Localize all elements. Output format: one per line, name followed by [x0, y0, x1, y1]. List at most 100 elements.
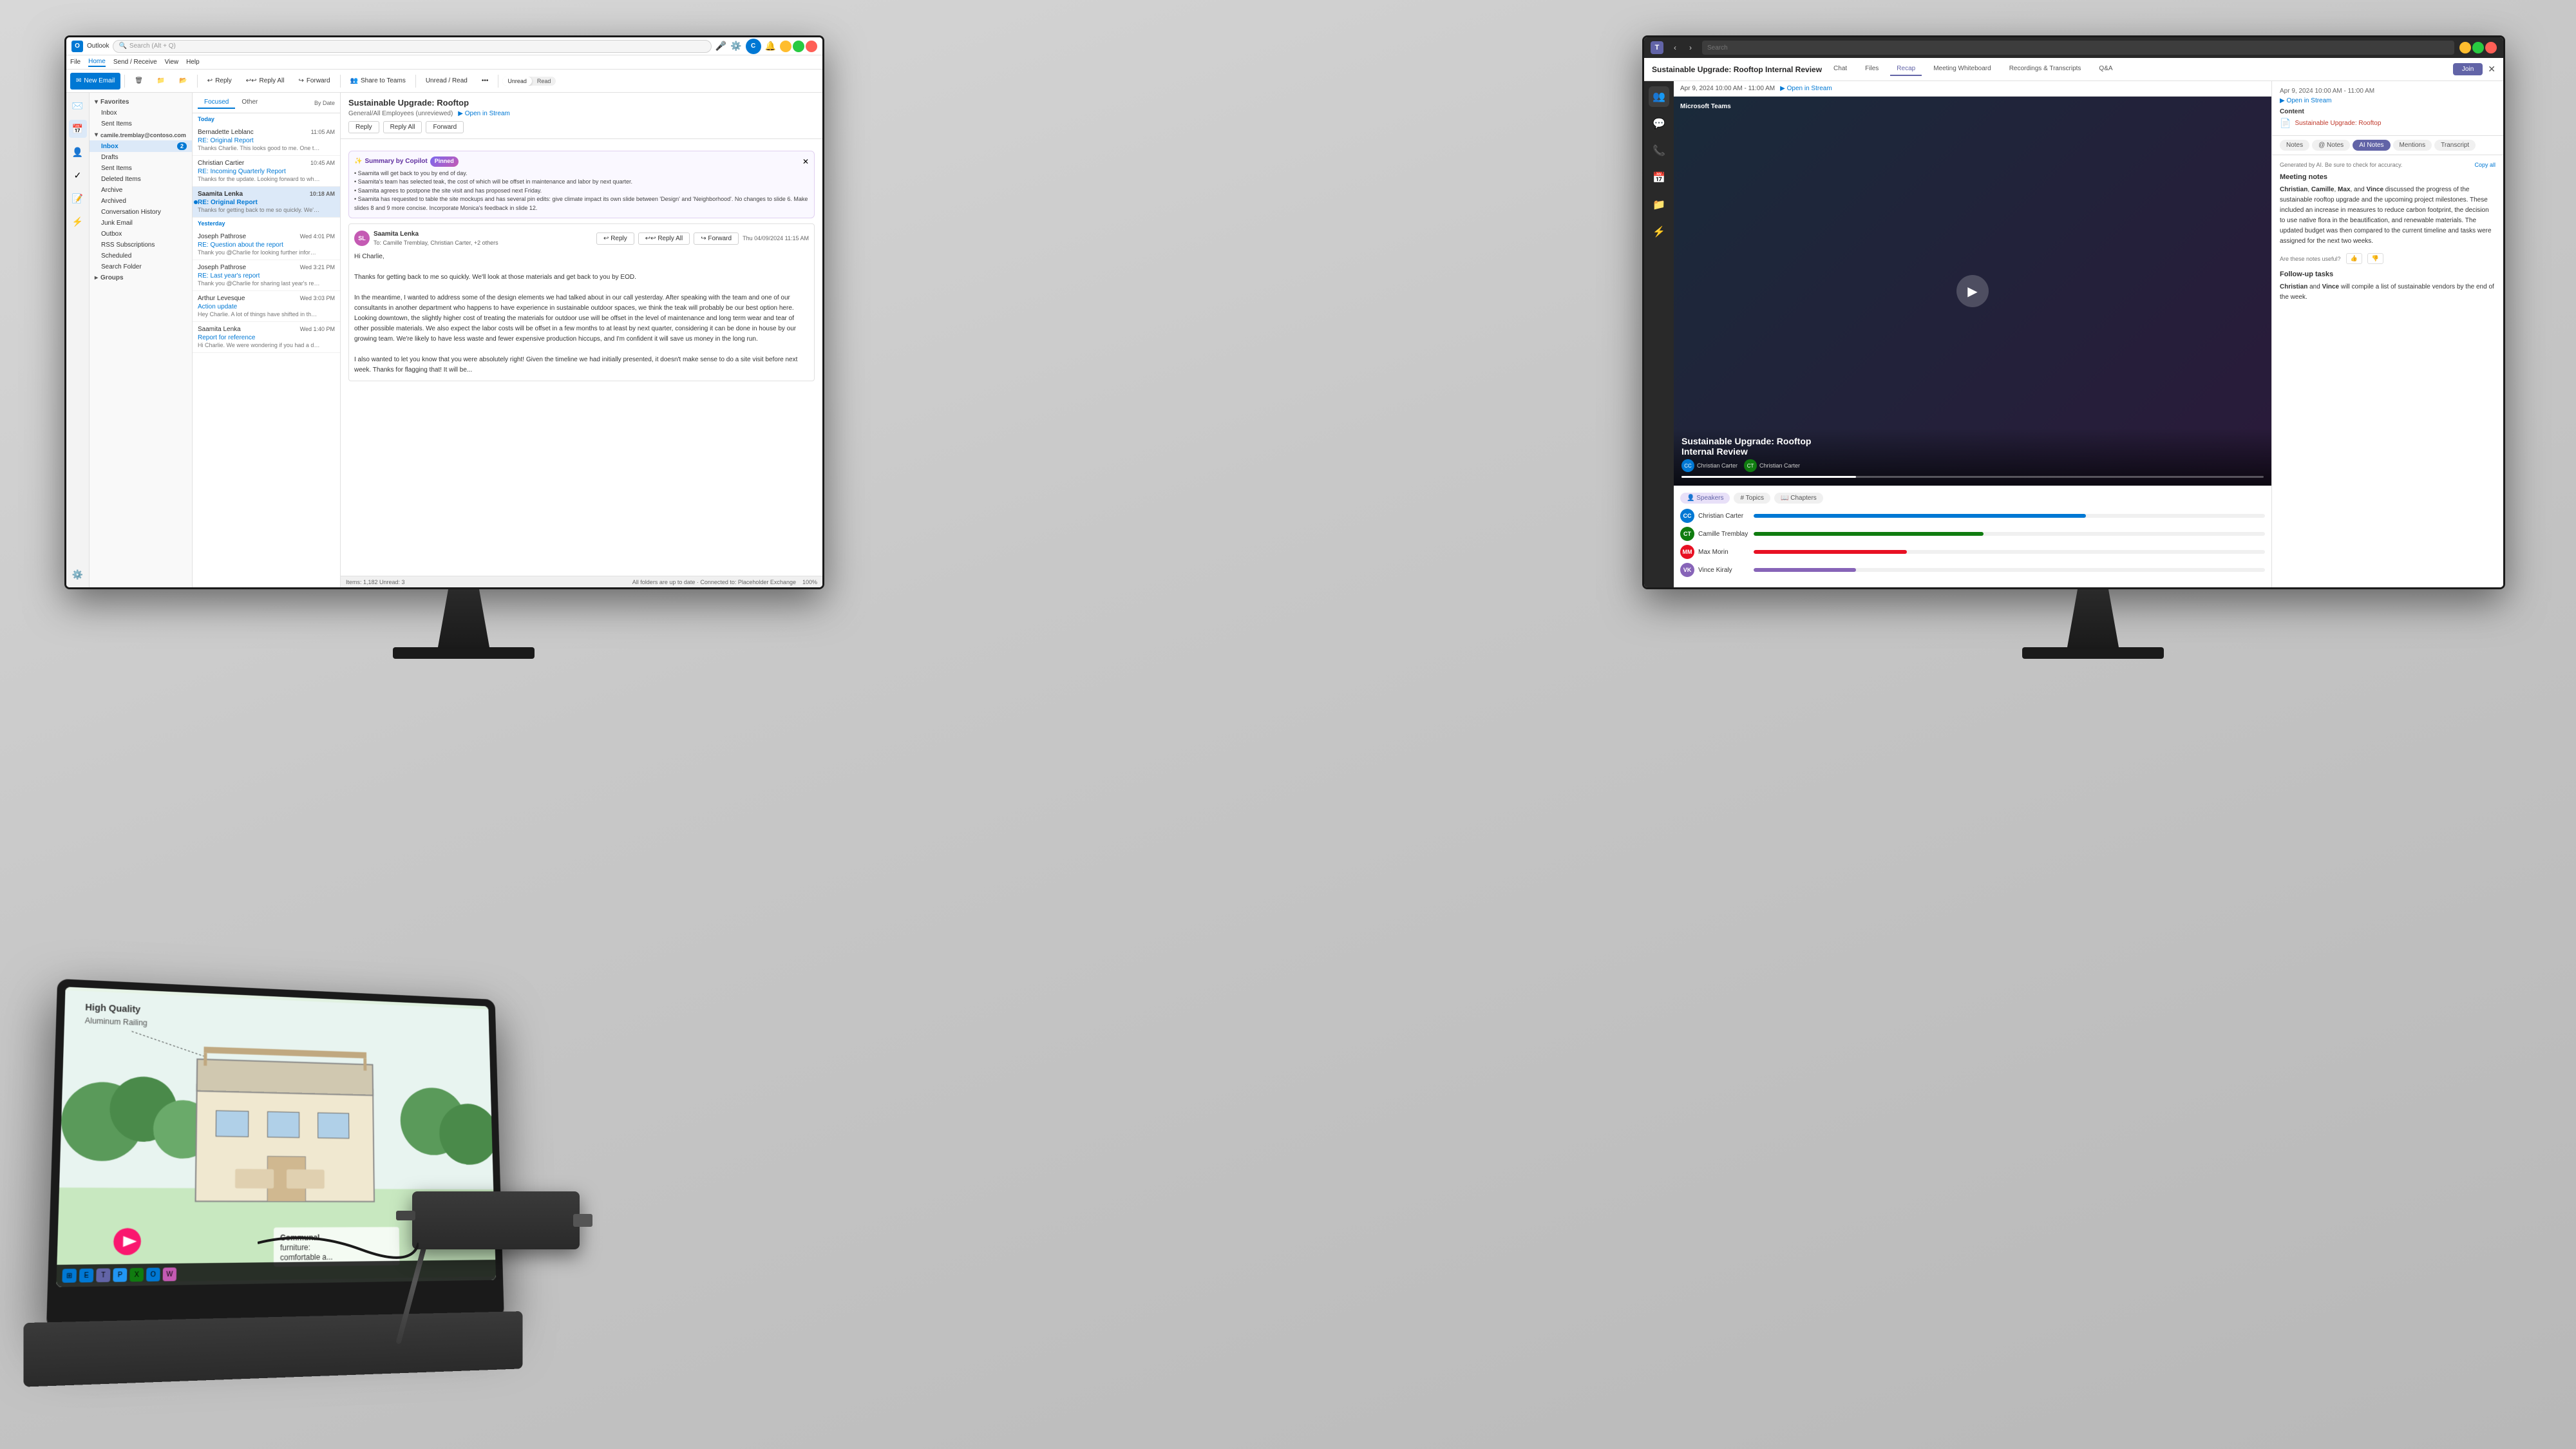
- reply-all-button[interactable]: ↩↩ Reply All: [240, 73, 290, 90]
- notes-tab-notes[interactable]: Notes: [2280, 140, 2309, 151]
- folder-sent-favorite[interactable]: Sent Items: [90, 118, 192, 129]
- chapters-tab[interactable]: 📖 Chapters: [1774, 493, 1823, 504]
- taskbar-powerpoint-icon[interactable]: P: [113, 1268, 127, 1282]
- sidebar-icon-calls[interactable]: 📞: [1649, 140, 1669, 161]
- folder-archive[interactable]: Archive: [90, 185, 192, 196]
- sort-by-date[interactable]: By Date: [314, 100, 335, 106]
- folder-search[interactable]: Search Folder: [90, 261, 192, 272]
- forward-action-button[interactable]: Forward: [426, 121, 464, 133]
- nav-apps-icon[interactable]: ⚡: [69, 213, 87, 231]
- topics-tab[interactable]: # Topics: [1734, 493, 1770, 504]
- groups-header[interactable]: ▸ Groups: [90, 272, 192, 283]
- tab-qa[interactable]: Q&A: [2092, 62, 2119, 76]
- sidebar-icon-files[interactable]: 📁: [1649, 194, 1669, 215]
- folder-archived[interactable]: Archived: [90, 196, 192, 207]
- notes-tab-mentions[interactable]: Mentions: [2393, 140, 2432, 151]
- menu-view[interactable]: View: [165, 59, 179, 66]
- nav-settings-icon[interactable]: ⚙️: [69, 565, 87, 583]
- quick-reply-all-button[interactable]: ↩↩ Reply All: [638, 232, 690, 245]
- teams-minimize-button[interactable]: [2459, 42, 2471, 53]
- copy-all-button[interactable]: Copy all: [2474, 162, 2496, 168]
- tab-recap[interactable]: Recap: [1890, 62, 1922, 76]
- teams-maximize-button[interactable]: [2472, 42, 2484, 53]
- forward-button[interactable]: ↪ Forward: [292, 73, 336, 90]
- open-stream-link-2[interactable]: ▶ Open in Stream: [2280, 97, 2332, 104]
- sidebar-icon-calendar[interactable]: 📅: [1649, 167, 1669, 188]
- folder-drafts[interactable]: Drafts: [90, 152, 192, 163]
- tablet-keyboard[interactable]: [24, 1311, 523, 1387]
- share-to-teams-button[interactable]: 👥 Share to Teams: [345, 73, 412, 90]
- tab-meeting-whiteboard[interactable]: Meeting Whiteboard: [1927, 62, 1998, 76]
- open-stream-link[interactable]: ▶ Open in Stream: [458, 110, 510, 117]
- tab-other[interactable]: Other: [235, 97, 264, 109]
- video-play-button[interactable]: ▶: [1956, 275, 1989, 307]
- nav-calendar-icon[interactable]: 📅: [69, 120, 87, 138]
- teams-close-button[interactable]: [2485, 42, 2497, 53]
- read-option[interactable]: Read: [532, 77, 556, 86]
- nav-mail-icon[interactable]: ✉️: [69, 97, 87, 115]
- thumbs-down-button[interactable]: 👎: [2367, 253, 2383, 264]
- message-item-joseph-1[interactable]: Joseph Pathrose Wed 4:01 PM RE: Question…: [193, 229, 340, 260]
- message-item-bernadette[interactable]: Bernadette Leblanc 11:05 AM RE: Original…: [193, 125, 340, 156]
- quick-forward-button[interactable]: ↪ Forward: [694, 232, 739, 245]
- menu-file[interactable]: File: [70, 59, 80, 66]
- notes-tab-ai-notes[interactable]: AI Notes: [2353, 140, 2390, 151]
- folder-deleted-items[interactable]: Deleted Items: [90, 174, 192, 185]
- sidebar-icon-teams[interactable]: 👥: [1649, 86, 1669, 107]
- message-item-saamita-2[interactable]: Saamita Lenka Wed 1:40 PM Report for ref…: [193, 322, 340, 353]
- maximize-button[interactable]: [793, 41, 804, 52]
- speakers-tab[interactable]: 👤 Speakers: [1680, 493, 1730, 504]
- more-options-button[interactable]: •••: [476, 73, 495, 90]
- taskbar-teams-icon[interactable]: T: [96, 1268, 110, 1282]
- close-copilot-button[interactable]: ✕: [802, 157, 809, 166]
- nav-back-button[interactable]: ‹: [1669, 41, 1681, 54]
- folder-junk-email[interactable]: Junk Email: [90, 218, 192, 229]
- sidebar-icon-apps[interactable]: ⚡: [1649, 222, 1669, 242]
- menu-send-receive[interactable]: Send / Receive: [113, 59, 157, 66]
- folder-sent-items[interactable]: Sent Items: [90, 163, 192, 174]
- join-meeting-button[interactable]: Join: [2453, 63, 2483, 75]
- close-button[interactable]: [806, 41, 817, 52]
- move-button[interactable]: 📂: [173, 73, 193, 90]
- folder-inbox-favorite[interactable]: Inbox: [90, 108, 192, 118]
- unread-read-button[interactable]: Unread / Read: [420, 73, 473, 90]
- folder-conversation-history[interactable]: Conversation History: [90, 207, 192, 218]
- message-item-saamita-selected[interactable]: Saamita Lenka 10:18 AM RE: Original Repo…: [193, 187, 340, 218]
- reply-button[interactable]: ↩ Reply: [202, 73, 238, 90]
- reply-action-button[interactable]: Reply: [348, 121, 379, 133]
- message-item-christian[interactable]: Christian Cartier 10:45 AM RE: Incoming …: [193, 156, 340, 187]
- tab-recordings-transcripts[interactable]: Recordings & Transcripts: [2003, 62, 2088, 76]
- menu-help[interactable]: Help: [186, 59, 200, 66]
- taskbar-edge-icon[interactable]: E: [79, 1269, 93, 1283]
- reply-all-action-button[interactable]: Reply All: [383, 121, 422, 133]
- sidebar-icon-chat[interactable]: 💬: [1649, 113, 1669, 134]
- tab-focused[interactable]: Focused: [198, 97, 235, 109]
- settings-icon[interactable]: ⚙️: [730, 41, 741, 52]
- message-item-arthur[interactable]: Arthur Levesque Wed 3:03 PM Action updat…: [193, 291, 340, 322]
- outlook-search-bar[interactable]: 🔍 Search (Alt + Q): [113, 40, 711, 53]
- notes-tab-at-notes[interactable]: @ Notes: [2312, 140, 2350, 151]
- new-email-button[interactable]: ✉ New Email: [70, 73, 120, 90]
- quick-reply-button[interactable]: ↩ Reply: [596, 232, 634, 245]
- notes-tab-transcript[interactable]: Transcript: [2434, 140, 2476, 151]
- nav-contacts-icon[interactable]: 👤: [69, 143, 87, 161]
- meeting-close-button[interactable]: ✕: [2488, 64, 2496, 75]
- notification-icon[interactable]: 🔔: [765, 41, 776, 52]
- nav-forward-button[interactable]: ›: [1684, 41, 1697, 54]
- message-item-joseph-2[interactable]: Joseph Pathrose Wed 3:21 PM RE: Last yea…: [193, 260, 340, 291]
- user-avatar[interactable]: C: [746, 39, 761, 54]
- taskbar-outlook-icon[interactable]: O: [146, 1267, 160, 1281]
- minimize-button[interactable]: [780, 41, 791, 52]
- delete-button[interactable]: 🗑: [129, 73, 149, 90]
- nav-tasks-icon[interactable]: ✓: [69, 166, 87, 184]
- tab-chat[interactable]: Chat: [1827, 62, 1853, 76]
- archive-button[interactable]: 📁: [151, 73, 171, 90]
- menu-home[interactable]: Home: [88, 58, 106, 67]
- tab-files[interactable]: Files: [1859, 62, 1885, 76]
- mic-icon[interactable]: 🎤: [715, 41, 726, 52]
- folder-scheduled[interactable]: Scheduled: [90, 251, 192, 261]
- teams-search-input[interactable]: [1702, 41, 2454, 55]
- folder-outbox[interactable]: Outbox: [90, 229, 192, 240]
- taskbar-excel-icon[interactable]: X: [129, 1268, 144, 1282]
- taskbar-whiteboard-icon[interactable]: W: [163, 1267, 176, 1281]
